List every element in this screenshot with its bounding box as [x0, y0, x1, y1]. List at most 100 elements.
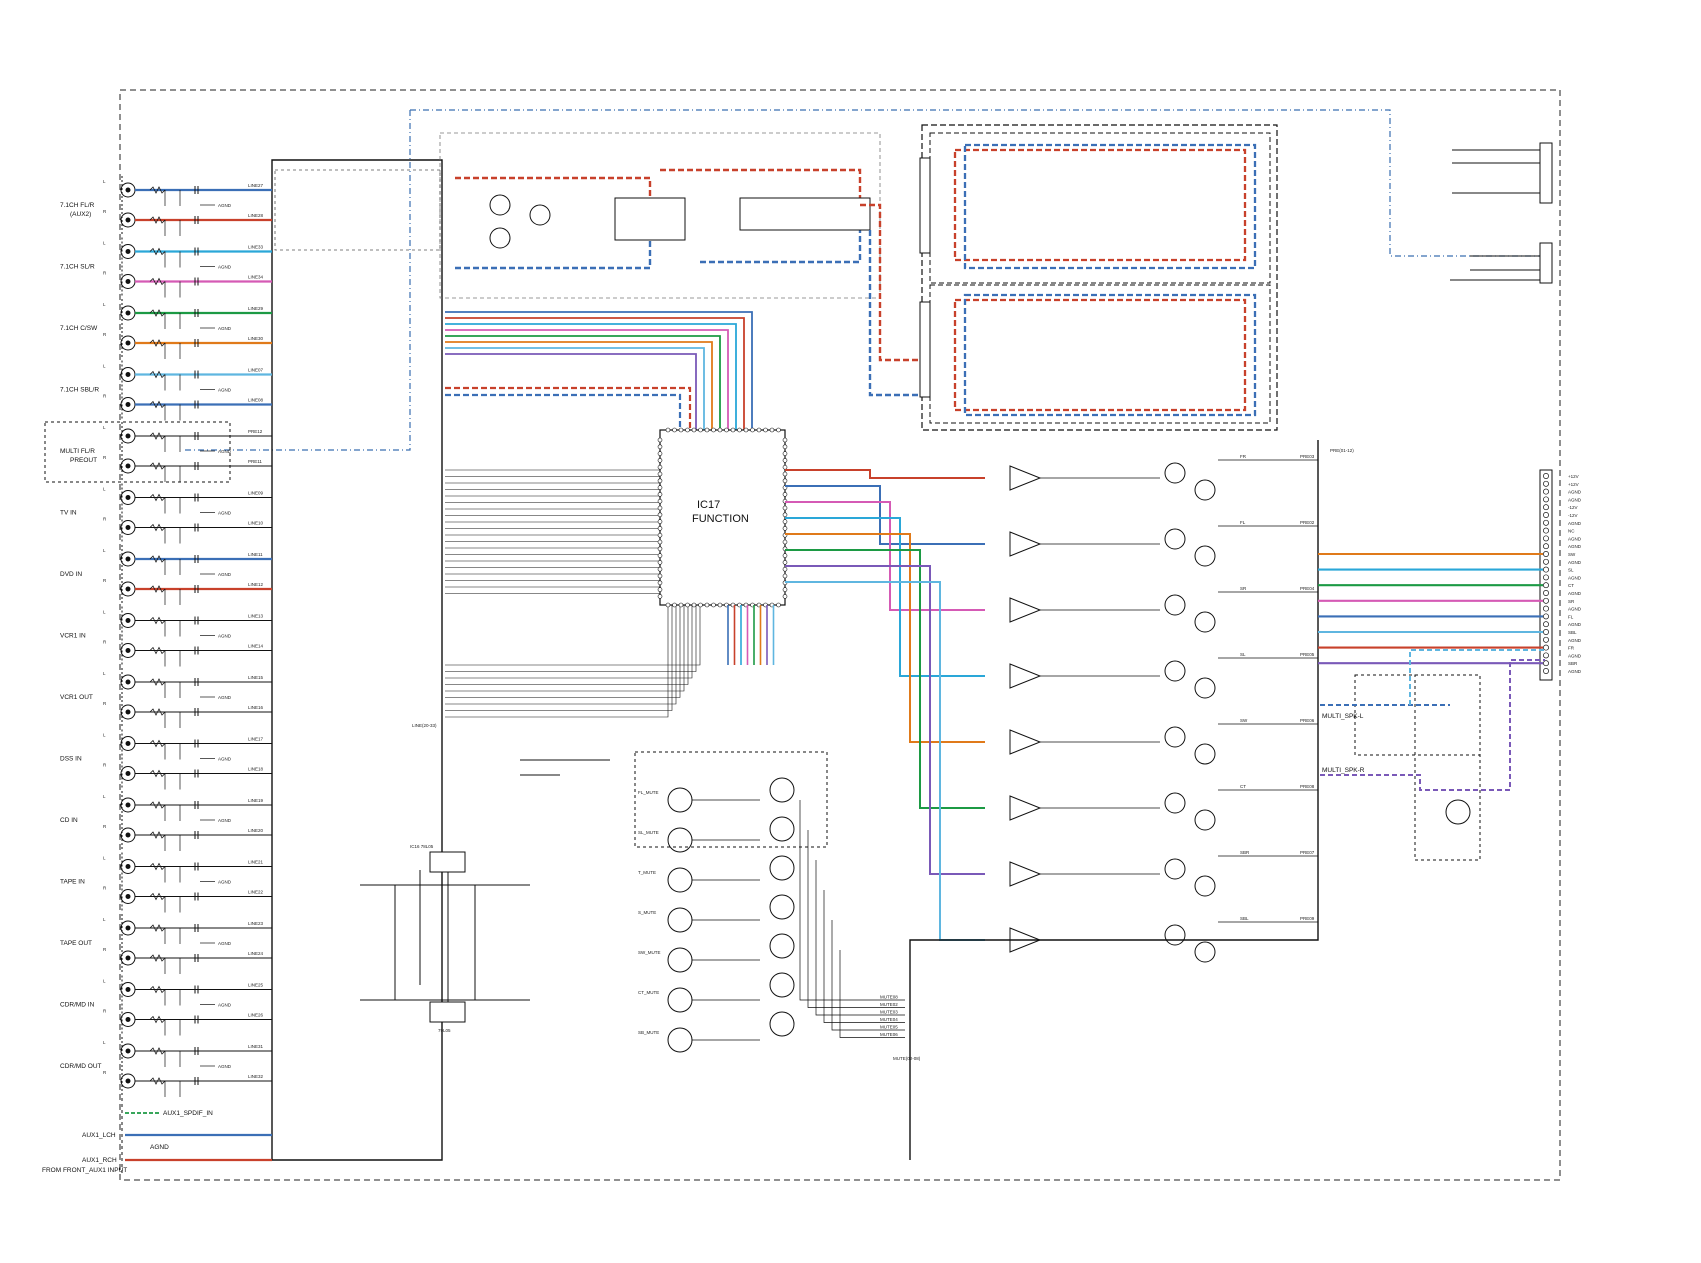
ic-pin	[657, 587, 663, 592]
ic-pin	[743, 427, 749, 433]
transistor	[1164, 924, 1186, 946]
jack-channel-label: L	[103, 1040, 106, 1045]
input-group-label: DSS IN	[60, 756, 82, 763]
transistor	[1164, 660, 1186, 682]
line-net-label: LINE33	[248, 245, 264, 250]
connector-pin-label: AGND	[1568, 591, 1582, 596]
mute-driver-label: FL_MUTE	[638, 790, 659, 795]
connector-pin	[1543, 488, 1549, 495]
line-net-label: LINE21	[248, 860, 264, 865]
transistor	[1194, 743, 1216, 765]
multi-spk-r-label: MULTI_SPK-R	[1322, 767, 1365, 774]
ic-pin	[665, 602, 671, 608]
line-bus-label: LINE(20-33)	[412, 723, 437, 728]
ic-pin	[657, 451, 663, 456]
jack-channel-label: R	[103, 209, 107, 214]
transistor	[1194, 941, 1216, 963]
ic-pin	[763, 427, 768, 433]
front-caption: FROM FRONT_AUX1 INPUT	[42, 1167, 127, 1174]
input-jack-pin	[125, 648, 131, 653]
mute-transistor	[667, 1027, 693, 1053]
connector-pin	[1543, 473, 1549, 479]
line-net-label: PRE12	[248, 429, 263, 434]
ic-pin	[657, 458, 663, 463]
line-net-label: LINE14	[248, 644, 264, 649]
transistor	[1164, 462, 1186, 484]
connector-pin-label: CT	[1568, 583, 1574, 588]
input-jack-pin	[125, 955, 131, 961]
input-jack-pin	[125, 217, 131, 223]
connector-pin-label: NC	[1568, 529, 1575, 534]
jack-channel-label: R	[103, 701, 107, 706]
connector-pin-label: SBR	[1568, 661, 1578, 666]
input-group-label: DVD IN	[60, 571, 82, 578]
line-bus-wire	[445, 605, 689, 685]
colored-bus-line	[445, 317, 745, 430]
input-jack-pin	[125, 556, 131, 562]
ic-pin	[704, 602, 710, 608]
mute-transistor	[769, 933, 795, 959]
connector-pin-label: AGND	[1568, 497, 1582, 502]
colored-bus-line	[445, 329, 729, 430]
ic-pin	[657, 573, 663, 579]
ic-pin	[782, 566, 788, 572]
amp-channel-name: FL	[1240, 520, 1246, 525]
connector-pin	[1543, 582, 1549, 589]
transistor	[1164, 726, 1186, 748]
amp-pre-label: PRE07	[1300, 850, 1315, 855]
connector-pin-label: SBL	[1568, 630, 1577, 635]
mute-line-label: MUTE05	[880, 1025, 898, 1030]
op-amp	[1009, 861, 1042, 887]
connector-pin	[1543, 660, 1549, 667]
line-net-label: LINE11	[248, 552, 263, 557]
jack-channel-label: L	[103, 241, 106, 246]
agnd-label: AGND	[218, 511, 232, 516]
connector-pin-label: +12V	[1568, 482, 1579, 487]
connector-pin-label: SR	[1568, 599, 1575, 604]
mute-line-label: MUTE04	[880, 1017, 898, 1022]
amp-channel-name: SBL	[1240, 916, 1249, 921]
jack-channel-label: R	[103, 517, 107, 522]
line-bus-wire	[445, 605, 673, 711]
amp-pre-label: PRE03	[1300, 454, 1315, 459]
line-bus-wire	[445, 605, 693, 679]
op-amp	[1009, 663, 1042, 689]
mute-driver-block: FL_MUTE SL_MUTE T_MUTE S_MUTE SW_MUTE CT_MUTE…	[520, 751, 905, 1053]
connector-pin-label: AGND	[1568, 622, 1582, 627]
amp-pre-label: PRE04	[1300, 586, 1315, 591]
connector-pin-label: AGND	[1568, 521, 1582, 526]
connector-pin-label: AGND	[1568, 607, 1582, 612]
connector-pin	[1543, 551, 1549, 557]
jack-channel-label: L	[103, 487, 106, 492]
jack-channel-label: L	[103, 548, 106, 553]
transistor	[1164, 528, 1186, 550]
ic-pin	[657, 566, 663, 572]
input-jack-pin	[125, 1017, 131, 1022]
ic-pin	[672, 427, 677, 433]
mute-transistor	[667, 947, 693, 973]
ic-pin	[782, 437, 788, 443]
amp-channel-name: SL	[1240, 652, 1246, 657]
jack-channel-label: L	[103, 979, 106, 984]
input-jack-pin	[125, 495, 131, 500]
input-jack-pin	[125, 372, 131, 377]
connector-pin-label: AGND	[1568, 669, 1582, 674]
input-jack-pin	[125, 925, 131, 931]
connector-pin	[1543, 480, 1549, 487]
mute-line-label: MUTE06	[880, 1032, 898, 1037]
agnd-label: AGND	[218, 388, 232, 393]
connector-pin-label: AGND	[1568, 490, 1582, 495]
connector-pin	[1543, 558, 1549, 565]
agnd-label: AGND	[218, 695, 232, 700]
mute-driver-label: SL_MUTE	[638, 830, 659, 835]
top-tone-section	[274, 132, 881, 299]
ic-pin	[657, 553, 663, 558]
ic-pin	[657, 546, 663, 552]
line-net-label: LINE10	[248, 521, 264, 526]
mute-transistor	[769, 855, 795, 881]
jack-channel-label: R	[103, 271, 107, 276]
line-net-label: LINE12	[248, 582, 264, 587]
line-bus-wire	[445, 605, 681, 698]
input-group-label: 7.1CH SL/R	[60, 264, 95, 271]
jack-channel-label: R	[103, 947, 107, 952]
